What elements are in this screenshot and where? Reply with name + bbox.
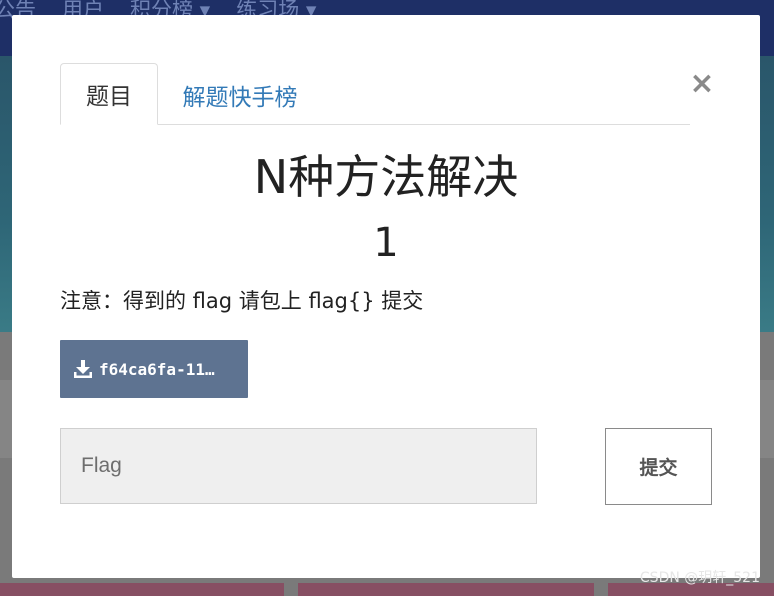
- submit-button[interactable]: 提交: [605, 428, 712, 505]
- download-icon: [74, 360, 92, 378]
- challenge-score: 1: [373, 220, 399, 266]
- download-file-button[interactable]: f64ca6fa-11…: [60, 340, 248, 398]
- challenge-modal: 题目 解题快手榜 × N种方法解决 1 注意：得到的 flag 请包上 flag…: [12, 15, 760, 578]
- tab-challenge-label: 题目: [86, 84, 132, 110]
- tab-solves[interactable]: 解题快手榜: [170, 63, 310, 124]
- background-card: [298, 583, 594, 596]
- submit-button-label: 提交: [639, 457, 678, 479]
- challenge-title: N种方法解决: [253, 150, 519, 204]
- close-icon: ×: [689, 65, 715, 101]
- tab-solves-label: 解题快手榜: [182, 84, 298, 111]
- modal-tabs: 题目 解题快手榜: [60, 63, 690, 125]
- flag-input[interactable]: [60, 428, 537, 504]
- download-file-name: f64ca6fa-11…: [99, 359, 215, 379]
- tab-challenge[interactable]: 题目: [60, 63, 158, 125]
- background-card: [0, 583, 284, 596]
- watermark: CSDN @玥轩_521: [639, 570, 760, 586]
- challenge-description: 注意：得到的 flag 请包上 flag{} 提交: [60, 289, 424, 313]
- close-button[interactable]: ×: [688, 66, 716, 101]
